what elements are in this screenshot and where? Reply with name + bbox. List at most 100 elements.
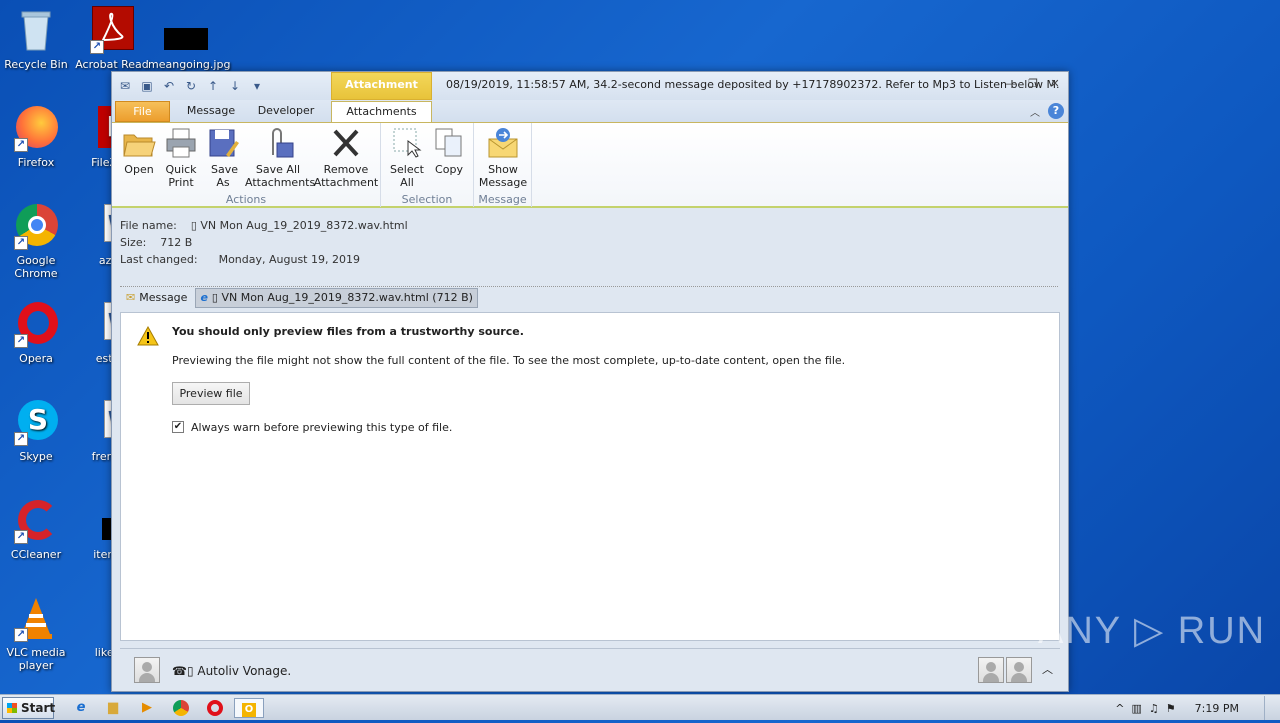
desktop-icon-recycle-bin[interactable]: Recycle Bin <box>0 6 74 71</box>
file-name-label: File name: <box>120 219 177 232</box>
preview-file-button[interactable]: Preview file <box>172 382 250 405</box>
select-all-label: Select All <box>390 163 424 189</box>
shortcut-arrow-icon: ↗ <box>14 628 28 642</box>
show-message-button[interactable]: Show Message <box>478 127 528 189</box>
network-icon[interactable]: ▥ <box>1132 702 1142 715</box>
explorer-taskbar-icon[interactable]: ▆ <box>102 698 124 718</box>
desktop-icon-label: VLC media player <box>6 646 66 672</box>
file-name-row: File name: ▯ VN Mon Aug_19_2019_8372.wav… <box>120 219 408 232</box>
anyrun-watermark: ANY ▷ RUN <box>1038 610 1267 652</box>
down-arrow-icon[interactable]: ↓ <box>226 77 244 95</box>
action-center-flag-icon[interactable]: ⚑ <box>1166 702 1176 715</box>
tab-developer[interactable]: Developer <box>250 101 322 122</box>
desktop-icon-chrome[interactable]: ↗ Google Chrome <box>0 202 74 280</box>
clock[interactable]: 7:19 PM <box>1195 702 1239 715</box>
warning-icon <box>137 326 159 346</box>
desktop-icon-acrobat[interactable]: ↗ Acrobat Read <box>74 6 150 71</box>
up-arrow-icon[interactable]: ↑ <box>204 77 222 95</box>
attachment-window: ✉ ▣ ↶ ↻ ↑ ↓ ▾ Attachment Tools 08/19/201… <box>111 71 1069 692</box>
shortcut-arrow-icon: ↗ <box>14 138 28 152</box>
selection-group: Select All Copy Selection <box>381 123 474 207</box>
attachment-info: File name: ▯ VN Mon Aug_19_2019_8372.wav… <box>112 209 1068 279</box>
shortcut-arrow-icon: ↗ <box>14 334 28 348</box>
desktop-icon-label: Firefox <box>17 156 55 169</box>
ccleaner-icon: ↗ <box>12 496 60 544</box>
message-group-label: Message <box>478 193 527 206</box>
tab-message[interactable]: Message <box>176 101 246 122</box>
show-message-label: Show Message <box>478 163 528 189</box>
envelope-arrow-icon <box>486 127 520 159</box>
chrome-taskbar-icon[interactable] <box>170 698 192 718</box>
message-chip-label: Message <box>139 291 188 304</box>
save-all-attachments-button[interactable]: Save All Attachments <box>245 127 316 189</box>
tab-file[interactable]: File <box>115 101 170 122</box>
collapse-people-pane-icon[interactable]: ︿ <box>1042 661 1053 677</box>
ribbon-tabs: File Message Developer Attachments ︿ ? <box>112 100 1068 122</box>
actions-group-label: Actions <box>225 193 267 206</box>
quick-print-label: Quick Print <box>165 163 197 189</box>
sender-avatar[interactable] <box>134 657 160 683</box>
desktop-icon-ccleaner[interactable]: ↗ CCleaner <box>0 496 74 561</box>
opera-taskbar-icon[interactable] <box>204 698 226 718</box>
select-all-button[interactable]: Select All <box>387 127 427 189</box>
contact-avatar[interactable] <box>1006 657 1032 683</box>
divider <box>120 286 1058 287</box>
sender-name[interactable]: ☎▯ Autoliv Vonage. <box>172 664 291 678</box>
redo-icon[interactable]: ↻ <box>182 77 200 95</box>
save-all-label: Save All Attachments <box>245 163 316 189</box>
customize-toolbar-icon[interactable]: ▾ <box>248 77 266 95</box>
shortcut-arrow-icon: ↗ <box>90 40 104 54</box>
preview-pane: You should only preview files from a tru… <box>120 312 1060 641</box>
desktop-icon-label: Skype <box>19 450 53 463</box>
desktop-icon-meangoing[interactable]: meangoing.jpg <box>148 6 230 71</box>
title-bar: ✉ ▣ ↶ ↻ ↑ ↓ ▾ Attachment Tools 08/19/201… <box>112 72 1068 115</box>
ie-html-icon: e <box>200 291 208 304</box>
ribbon: Open Quick Print Save As Save All Attach… <box>112 122 1068 208</box>
remove-label: Remove Attachment <box>313 163 379 189</box>
ie-taskbar-icon[interactable]: e <box>70 698 92 718</box>
start-button[interactable]: Start <box>2 697 55 719</box>
media-player-taskbar-icon[interactable]: ▶ <box>136 698 158 718</box>
firefox-icon: ↗ <box>12 104 60 152</box>
show-desktop-button[interactable] <box>1264 696 1274 720</box>
tab-attachments[interactable]: Attachments <box>331 101 432 122</box>
collapse-ribbon-icon[interactable]: ︿ <box>1030 104 1040 119</box>
save-icon[interactable]: ▣ <box>138 77 156 95</box>
size-label: Size: <box>120 236 147 249</box>
contact-avatar[interactable] <box>978 657 1004 683</box>
show-hidden-icons-icon[interactable]: ^ <box>1115 702 1124 715</box>
help-icon[interactable]: ? <box>1048 103 1064 119</box>
copy-label: Copy <box>435 163 463 176</box>
remove-x-icon <box>329 127 363 159</box>
window-title: 08/19/2019, 11:58:57 AM, 34.2-second mes… <box>446 78 1060 91</box>
undo-icon[interactable]: ↶ <box>160 77 178 95</box>
copy-button[interactable]: Copy <box>429 127 469 176</box>
close-icon[interactable]: ✕ <box>1046 76 1064 92</box>
open-button[interactable]: Open <box>118 127 160 176</box>
image-file-icon <box>162 6 210 54</box>
desktop-icon-vlc[interactable]: ↗ VLC media player <box>0 594 74 672</box>
copy-icon <box>432 127 466 159</box>
desktop-icon-label: CCleaner <box>10 548 62 561</box>
save-as-icon <box>206 127 240 159</box>
always-warn-label: Always warn before previewing this type … <box>191 421 453 434</box>
restore-icon[interactable]: ❐ <box>1024 76 1042 92</box>
skype-icon: S ↗ <box>12 398 60 446</box>
desktop-icon-firefox[interactable]: ↗ Firefox <box>0 104 74 169</box>
volume-icon[interactable]: ♫ <box>1149 702 1159 715</box>
folder-open-icon <box>122 127 156 159</box>
message-chip[interactable]: ✉ Message <box>122 288 191 308</box>
quick-print-button[interactable]: Quick Print <box>160 127 202 189</box>
desktop-icon-skype[interactable]: S ↗ Skype <box>0 398 74 463</box>
desktop-icon-label: meangoing.jpg <box>148 58 231 71</box>
minimize-icon[interactable]: — <box>1002 76 1020 92</box>
desktop-icon-label: Opera <box>19 352 53 365</box>
outlook-taskbar-icon[interactable]: O <box>234 698 264 718</box>
save-as-button[interactable]: Save As <box>204 127 242 189</box>
remove-attachment-button[interactable]: Remove Attachment <box>313 127 379 189</box>
envelope-icon: ✉ <box>126 291 136 304</box>
always-warn-checkbox[interactable]: ✔ <box>172 421 184 433</box>
attachment-chip[interactable]: e ▯ VN Mon Aug_19_2019_8372.wav.html (71… <box>195 288 478 308</box>
envelope-icon: ✉ <box>119 79 131 93</box>
desktop-icon-opera[interactable]: ↗ Opera <box>0 300 74 365</box>
